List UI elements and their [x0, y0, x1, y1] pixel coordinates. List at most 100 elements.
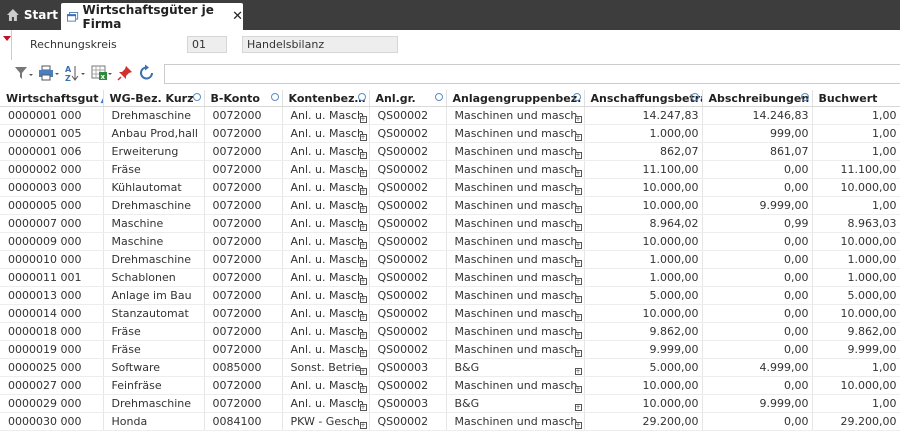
- cell-value: 11.100,00: [642, 163, 699, 176]
- col-buchwert-header[interactable]: Buchwert: [812, 90, 900, 107]
- col-anl-gr-cell: QS00002: [369, 250, 447, 269]
- col-anl-gr-header[interactable]: Anl.gr.: [369, 90, 447, 107]
- table-row[interactable]: 0000030 000 Honda 0084100 PKW - Gesch + QS000…: [0, 412, 900, 431]
- expand-icon[interactable]: +: [574, 332, 582, 339]
- col-b-konto-header[interactable]: B-Konto: [204, 90, 283, 107]
- refresh-button[interactable]: [138, 64, 156, 82]
- expand-icon[interactable]: +: [574, 134, 582, 141]
- expand-icon[interactable]: +: [359, 242, 367, 249]
- col-buchwert-cell: 10.000,00: [812, 304, 900, 323]
- table-row[interactable]: 0000011 001 Schablonen 0072000 Anl. u. Masc…: [0, 268, 900, 287]
- expand-icon[interactable]: +: [574, 188, 582, 195]
- table-row[interactable]: 0000001 005 Anbau Prod,hall 0072000 Anl. u.…: [0, 124, 900, 143]
- table-row[interactable]: 0000002 000 Fräse 0072000 Anl. u. Masch + QS0…: [0, 160, 900, 179]
- col-kontenbez-cell: Anl. u. Masch +: [282, 250, 370, 269]
- column-filter-icon[interactable]: [270, 93, 279, 101]
- col-anlagengruppenbez-header[interactable]: Anlagengruppenbez.: [446, 90, 585, 107]
- expand-icon[interactable]: +: [359, 386, 367, 393]
- table-row[interactable]: 0000009 000 Maschine 0072000 Anl. u. Masch +…: [0, 232, 900, 251]
- table-row[interactable]: 0000019 000 Fräse 0072000 Anl. u. Masch + QS0…: [0, 340, 900, 359]
- column-filter-icon[interactable]: [357, 93, 366, 101]
- column-filter-icon[interactable]: [572, 93, 581, 101]
- cell-value: 0000002 000: [8, 163, 82, 176]
- column-filter-icon[interactable]: [192, 93, 201, 101]
- expand-icon[interactable]: +: [574, 278, 582, 285]
- expand-icon[interactable]: +: [574, 296, 582, 303]
- col-anschaffungsbetrag-header[interactable]: Anschaffungsbetrag: [584, 90, 703, 107]
- expand-icon[interactable]: +: [359, 260, 367, 267]
- col-wg-bez-kurz-header[interactable]: WG-Bez. Kurz: [103, 90, 205, 107]
- expand-icon[interactable]: +: [359, 422, 367, 429]
- col-kontenbez-cell: Anl. u. Masch +: [282, 304, 370, 323]
- expand-icon[interactable]: +: [359, 404, 367, 411]
- cell-value: 0000003 000: [8, 181, 82, 194]
- expand-icon[interactable]: +: [574, 386, 582, 393]
- col-kontenbez-header[interactable]: Kontenbez…: [282, 90, 370, 107]
- expand-icon[interactable]: +: [359, 224, 367, 231]
- export-button[interactable]: x: [91, 64, 113, 82]
- expand-icon[interactable]: +: [359, 206, 367, 213]
- expand-icon[interactable]: +: [359, 296, 367, 303]
- col-buchwert-cell: 11.100,00: [812, 160, 900, 179]
- pin-button[interactable]: [117, 64, 133, 82]
- col-kontenbez-cell: Anl. u. Masch +: [282, 376, 370, 395]
- expand-icon[interactable]: +: [574, 350, 582, 357]
- expand-icon[interactable]: +: [359, 332, 367, 339]
- table-row[interactable]: 0000010 000 Drehmaschine 0072000 Anl. u. Ma…: [0, 250, 900, 269]
- expand-icon[interactable]: +: [359, 152, 367, 159]
- expand-icon[interactable]: +: [574, 404, 582, 411]
- table-row[interactable]: 0000001 006 Erweiterung 0072000 Anl. u. Mas…: [0, 142, 900, 161]
- expand-icon[interactable]: +: [359, 170, 367, 177]
- expand-icon[interactable]: +: [574, 242, 582, 249]
- bilanz-field[interactable]: Handelsbilanz: [242, 36, 398, 53]
- table-row[interactable]: 0000013 000 Anlage im Bau 0072000 Anl. u. M…: [0, 286, 900, 305]
- expand-icon[interactable]: +: [574, 260, 582, 267]
- expand-icon[interactable]: +: [574, 116, 582, 123]
- collapse-marker[interactable]: [3, 36, 11, 41]
- expand-icon[interactable]: +: [359, 116, 367, 123]
- expand-icon[interactable]: +: [574, 170, 582, 177]
- col-abschreibungen-cell: 0,00: [702, 160, 813, 179]
- tab-wirtschaftsgueter[interactable]: Wirtschaftsgüter je Firma ✕: [61, 3, 243, 31]
- expand-icon[interactable]: +: [574, 314, 582, 321]
- table-row[interactable]: 0000025 000 Software 0085000 Sonst. Betrie +…: [0, 358, 900, 377]
- rechnungskreis-field[interactable]: 01: [187, 36, 227, 53]
- col-abschreibungen-cell: 0,00: [702, 178, 813, 197]
- expand-icon[interactable]: +: [574, 206, 582, 213]
- table-row[interactable]: 0000014 000 Stanzautomat 0072000 Anl. u. Ma…: [0, 304, 900, 323]
- print-button[interactable]: [38, 64, 60, 82]
- search-input[interactable]: [164, 64, 900, 84]
- table-row[interactable]: 0000029 000 Drehmaschine 0072000 Anl. u. Ma…: [0, 394, 900, 413]
- expand-icon[interactable]: +: [359, 188, 367, 195]
- cell-value: QS00003: [377, 397, 429, 410]
- table-row[interactable]: 0000027 000 Feinfräse 0072000 Anl. u. Masch…: [0, 376, 900, 395]
- table-row[interactable]: 0000005 000 Drehmaschine 0072000 Anl. u. Ma…: [0, 196, 900, 215]
- expand-icon[interactable]: +: [359, 278, 367, 285]
- column-filter-icon[interactable]: [434, 93, 443, 101]
- col-anschaffungsbetrag-cell: 10.000,00: [584, 232, 703, 251]
- col-wirtschaftsgut-cell: 0000019 000: [0, 340, 104, 359]
- cell-value: Maschinen und masch.: [454, 289, 581, 302]
- expand-icon[interactable]: +: [359, 368, 367, 375]
- expand-icon[interactable]: +: [359, 134, 367, 141]
- expand-icon[interactable]: +: [574, 368, 582, 375]
- col-wg-bez-kurz-cell: Kühlautomat: [103, 178, 205, 197]
- col-abschreibungen-header[interactable]: Abschreibungen: [702, 90, 813, 107]
- expand-icon[interactable]: +: [574, 152, 582, 159]
- table-row[interactable]: 0000001 000 Drehmaschine 0072000 Anl. u. Ma…: [0, 106, 900, 125]
- close-icon[interactable]: ✕: [232, 9, 243, 24]
- column-filter-icon[interactable]: [690, 93, 699, 101]
- filter-button[interactable]: [14, 64, 34, 82]
- expand-icon[interactable]: +: [574, 224, 582, 231]
- expand-icon[interactable]: +: [359, 314, 367, 321]
- column-filter-icon[interactable]: [800, 93, 809, 101]
- sort-button[interactable]: AZ: [64, 64, 88, 82]
- expand-icon[interactable]: +: [574, 422, 582, 429]
- table-row[interactable]: 0000007 000 Maschine 0072000 Anl. u. Masch +…: [0, 214, 900, 233]
- table-row[interactable]: 0000018 000 Fräse 0072000 Anl. u. Masch + QS0…: [0, 322, 900, 341]
- expand-icon[interactable]: +: [359, 350, 367, 357]
- tab-start[interactable]: Start: [0, 0, 58, 30]
- cell-value: Maschinen und masch.: [454, 109, 581, 122]
- table-row[interactable]: 0000003 000 Kühlautomat 0072000 Anl. u. Mas…: [0, 178, 900, 197]
- col-wirtschaftsgut-header[interactable]: Wirtschaftsgut▲: [0, 90, 104, 107]
